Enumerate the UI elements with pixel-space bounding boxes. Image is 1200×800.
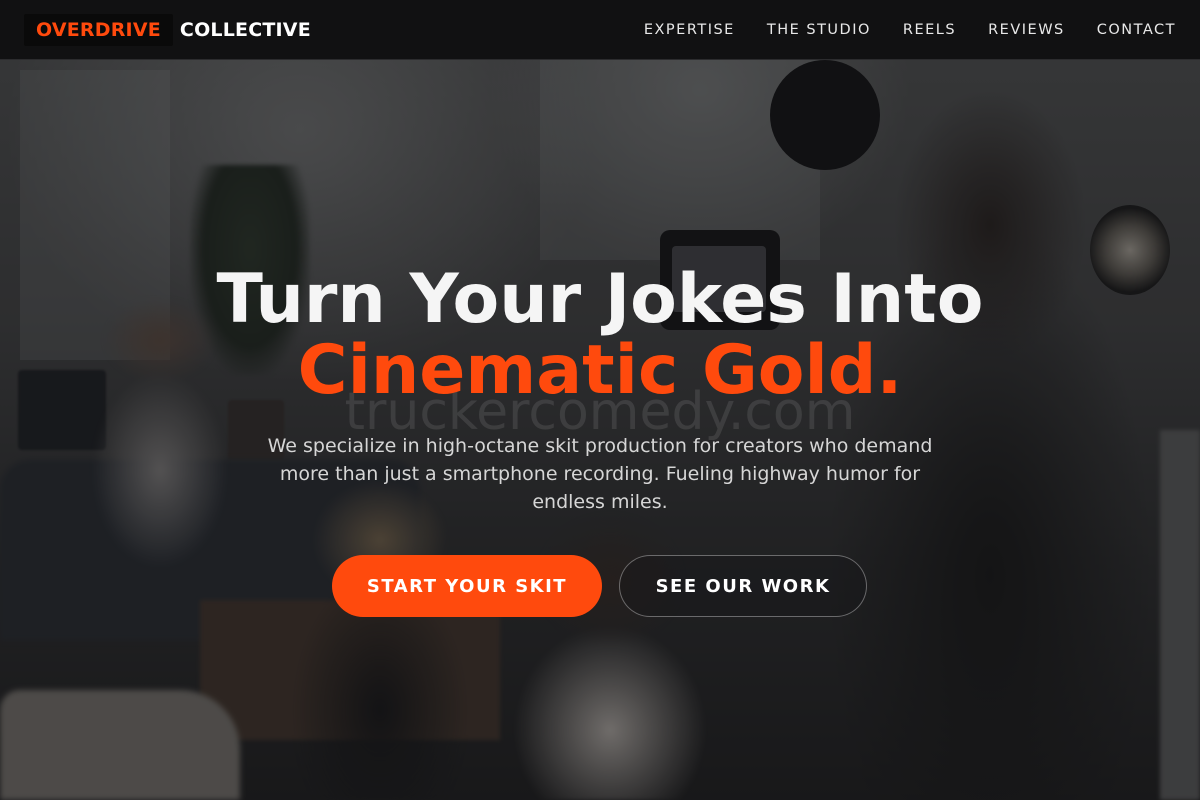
nav-link-reels[interactable]: REELS xyxy=(903,22,956,38)
brand-name: COLLECTIVE xyxy=(179,18,311,41)
brand-logo[interactable]: OVERDRIVE COLLECTIVE xyxy=(24,13,311,46)
start-your-skit-button[interactable]: START YOUR SKIT xyxy=(332,555,602,617)
hero-subcopy: We specialize in high-octane skit produc… xyxy=(267,435,933,513)
brand-highlight: OVERDRIVE xyxy=(24,13,173,46)
nav-link-expertise[interactable]: EXPERTISE xyxy=(644,22,735,38)
nav-link-contact[interactable]: CONTACT xyxy=(1097,22,1176,38)
hero-headline-accent: Cinematic Gold. xyxy=(297,331,903,410)
hero-section: truckercomedy.com Turn Your Jokes Into C… xyxy=(0,60,1200,800)
nav-link-reviews[interactable]: REVIEWS xyxy=(988,22,1065,38)
main-nav: EXPERTISE THE STUDIO REELS REVIEWS CONTA… xyxy=(612,22,1176,38)
hero-headline: Turn Your Jokes Into xyxy=(216,260,984,339)
nav-link-the-studio[interactable]: THE STUDIO xyxy=(767,22,871,38)
see-our-work-button[interactable]: SEE OUR WORK xyxy=(619,555,867,617)
site-header: OVERDRIVE COLLECTIVE EXPERTISE THE STUDI… xyxy=(0,0,1200,60)
